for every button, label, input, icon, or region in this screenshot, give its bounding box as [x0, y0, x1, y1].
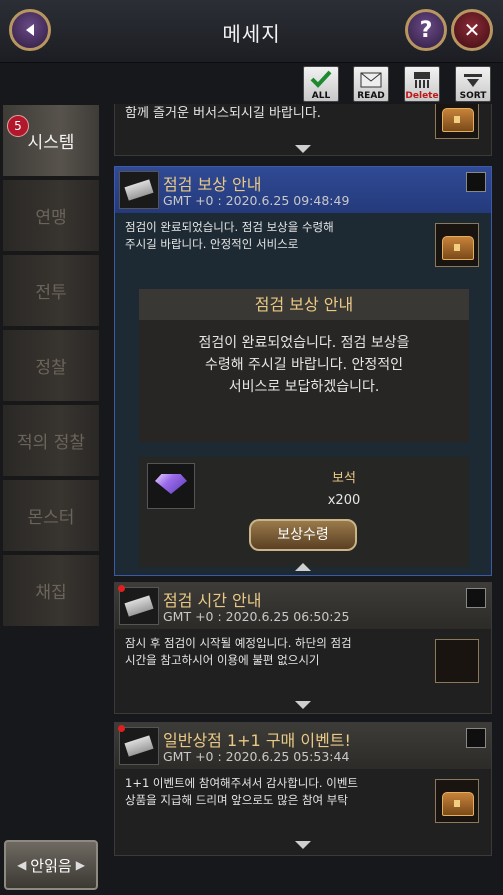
message-title: 일반상점 1+1 구매 이벤트!: [163, 731, 351, 750]
ticket-icon: [119, 587, 159, 625]
tab-label: 시스템: [27, 133, 75, 153]
detail-body: 점검이 완료되었습니다. 점검 보상을 수령해 주시길 바랍니다. 안정적인 서…: [139, 320, 469, 442]
preview-line: 시간을 참고하시어 이용에 불편 없으시기: [125, 653, 320, 667]
gem-icon: [147, 463, 195, 509]
preview-line: 주시길 바랍니다. 안정적인 서비스로: [125, 237, 299, 251]
message-date: GMT +0 : 2020.6.25 09:48:49: [163, 193, 350, 208]
tab-label: 전투: [35, 283, 67, 303]
preview-line: 1+1 이벤트에 참여해주셔서 감사합니다. 이벤트: [125, 776, 358, 790]
message-list[interactable]: 함께 즐거운 버서스되시길 바랍니다. 점검 보상 안내 GMT +0 : 20…: [114, 104, 492, 859]
message-preview: 점검이 완료되었습니다. 점검 보상을 수령해 주시길 바랍니다. 안정적인 서…: [125, 219, 425, 253]
sort-icon: [464, 74, 482, 87]
unread-dot-icon: [118, 585, 125, 592]
expand-arrow-icon[interactable]: [295, 841, 311, 849]
sort-button[interactable]: SORT: [455, 66, 491, 102]
read-button[interactable]: READ: [353, 66, 389, 102]
message-title: 점검 보상 안내: [163, 175, 262, 194]
tab-label: 적의 정찰: [17, 433, 85, 453]
ticket-icon: [119, 727, 159, 765]
help-button[interactable]: ?: [405, 9, 447, 51]
treasure-chest-icon: [435, 223, 479, 267]
message-card[interactable]: 점검 시간 안내 GMT +0 : 2020.6.25 06:50:25 잠시 …: [114, 582, 492, 714]
message-detail: 점검 보상 안내 점검이 완료되었습니다. 점검 보상을 수령해 주시길 바랍니…: [139, 289, 469, 567]
empty-attachment-slot: [435, 639, 479, 683]
collapse-arrow-icon[interactable]: [295, 563, 311, 571]
tab-enemy-scout[interactable]: 적의 정찰: [2, 404, 100, 477]
reward-panel: 보석 x200 보상수령: [139, 457, 469, 567]
tab-gathering[interactable]: 채집: [2, 554, 100, 627]
delete-button[interactable]: Delete: [404, 66, 440, 102]
message-date: GMT +0 : 2020.6.25 06:50:25: [163, 609, 350, 624]
reward-quantity: x200: [327, 493, 361, 508]
select-all-label: ALL: [311, 91, 331, 101]
right-arrow-icon: ▶: [75, 858, 85, 872]
envelope-icon: [360, 72, 382, 88]
unread-filter-button[interactable]: ◀ 안읽음 ▶: [4, 840, 98, 890]
message-date: GMT +0 : 2020.6.25 05:53:44: [163, 749, 350, 764]
top-bar: 메세지 ? ✕: [0, 0, 503, 63]
detail-line: 수령해 주시길 바랍니다. 안정적인: [204, 357, 404, 373]
message-header: 일반상점 1+1 구매 이벤트! GMT +0 : 2020.6.25 05:5…: [115, 723, 491, 769]
unread-count-badge: 5: [7, 115, 29, 137]
message-card[interactable]: 일반상점 1+1 구매 이벤트! GMT +0 : 2020.6.25 05:5…: [114, 722, 492, 856]
ticket-icon: [119, 171, 159, 209]
message-card[interactable]: 함께 즐거운 버서스되시길 바랍니다.: [114, 104, 492, 156]
preview-line: 점검이 완료되었습니다. 점검 보상을 수령해: [125, 220, 334, 234]
expand-arrow-icon[interactable]: [295, 145, 311, 153]
message-checkbox[interactable]: [466, 728, 486, 748]
message-preview: 함께 즐거운 버서스되시길 바랍니다.: [125, 106, 321, 121]
tab-battle[interactable]: 전투: [2, 254, 100, 327]
delete-label: Delete: [405, 91, 439, 101]
tab-label: 몬스터: [27, 508, 75, 528]
left-arrow-icon: ◀: [17, 858, 27, 872]
close-icon: ✕: [463, 18, 481, 42]
expand-arrow-icon[interactable]: [295, 701, 311, 709]
tab-scout[interactable]: 정찰: [2, 329, 100, 402]
sort-label: SORT: [459, 91, 487, 101]
tab-monster[interactable]: 몬스터: [2, 479, 100, 552]
tab-label: 채집: [35, 583, 67, 603]
claim-reward-button[interactable]: 보상수령: [249, 519, 357, 551]
treasure-chest-icon: [435, 104, 479, 139]
message-checkbox[interactable]: [466, 172, 486, 192]
message-header: 점검 보상 안내 GMT +0 : 2020.6.25 09:48:49: [115, 167, 491, 213]
tab-alliance[interactable]: 연맹: [2, 179, 100, 252]
preview-line: 상품을 지급해 드리며 앞으로도 많은 참여 부탁: [125, 793, 348, 807]
shredder-icon: [414, 72, 430, 88]
detail-line: 서비스로 보답하겠습니다.: [228, 379, 380, 395]
message-card-selected[interactable]: 점검 보상 안내 GMT +0 : 2020.6.25 09:48:49 점검이…: [114, 166, 492, 576]
category-sidebar: 5 시스템 연맹 전투 정찰 적의 정찰 몬스터 채집: [2, 104, 100, 629]
tab-system[interactable]: 5 시스템: [2, 104, 100, 177]
message-preview: 잠시 후 점검이 시작될 예정입니다. 하단의 점검 시간을 참고하시어 이용에…: [125, 635, 425, 669]
message-preview: 1+1 이벤트에 참여해주셔서 감사합니다. 이벤트 상품을 지급해 드리며 앞…: [125, 775, 425, 809]
message-checkbox[interactable]: [466, 588, 486, 608]
message-toolbar: ALL READ Delete SORT: [0, 64, 503, 104]
message-title: 점검 시간 안내: [163, 591, 262, 610]
help-icon: ?: [419, 17, 433, 43]
treasure-chest-icon: [435, 779, 479, 823]
reward-name: 보석: [332, 471, 356, 486]
read-label: READ: [357, 91, 385, 101]
message-header: 점검 시간 안내 GMT +0 : 2020.6.25 06:50:25: [115, 583, 491, 629]
close-button[interactable]: ✕: [451, 9, 493, 51]
select-all-button[interactable]: ALL: [303, 66, 339, 102]
checkmark-icon: [310, 70, 332, 88]
tab-label: 연맹: [35, 208, 67, 228]
preview-line: 잠시 후 점검이 시작될 예정입니다. 하단의 점검: [125, 636, 352, 650]
detail-line: 점검이 완료되었습니다. 점검 보상을: [198, 335, 410, 351]
tab-label: 정찰: [35, 358, 67, 378]
unread-dot-icon: [118, 725, 125, 732]
detail-title: 점검 보상 안내: [139, 289, 469, 320]
unread-label: 안읽음: [30, 856, 72, 875]
